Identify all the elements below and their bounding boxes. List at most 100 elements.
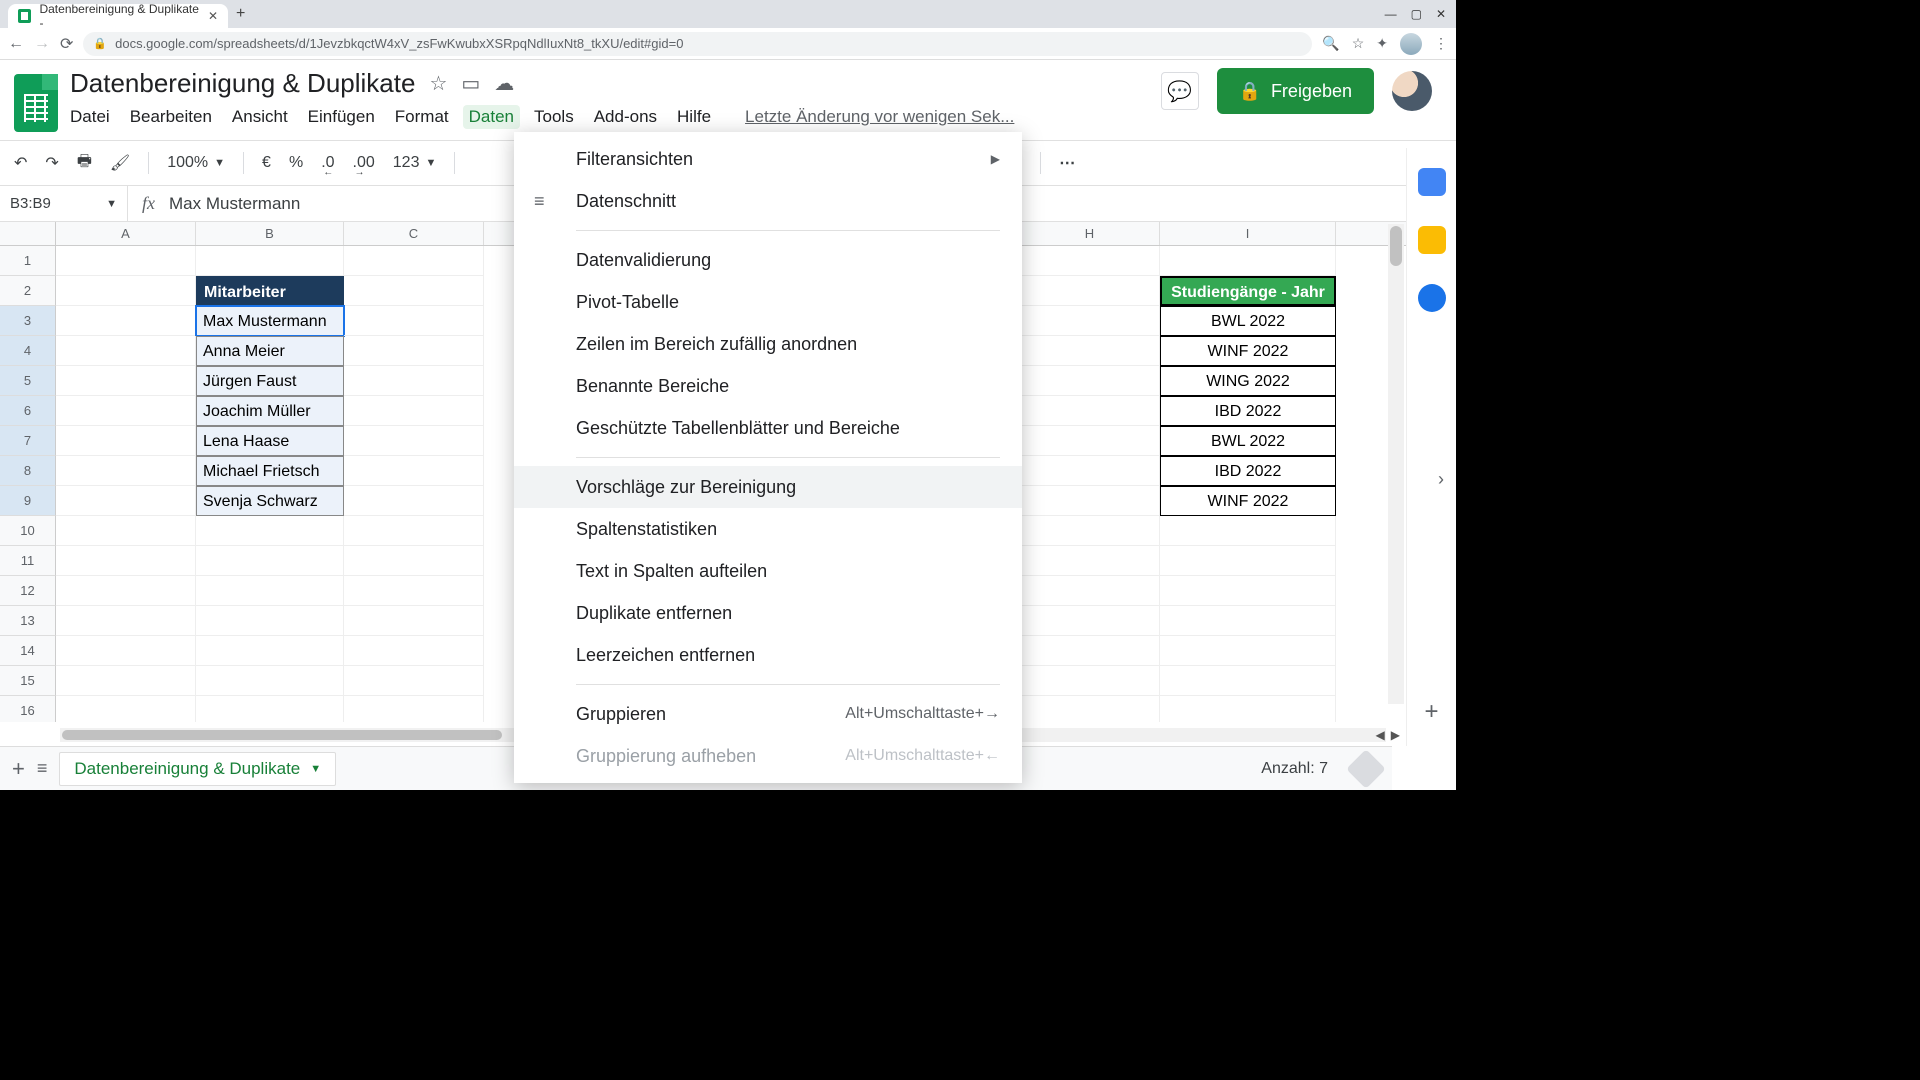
cell[interactable]	[1020, 546, 1160, 576]
cell[interactable]	[56, 366, 196, 396]
cell[interactable]	[1020, 426, 1160, 456]
cell[interactable]	[1020, 336, 1160, 366]
cell[interactable]	[344, 516, 484, 546]
menu-view[interactable]: Ansicht	[232, 107, 288, 127]
status-count[interactable]: Anzahl: 7	[1261, 760, 1328, 778]
share-button[interactable]: 🔒 Freigeben	[1217, 68, 1374, 114]
menu-format[interactable]: Format	[395, 107, 449, 127]
col-header-b[interactable]: B	[196, 222, 344, 245]
col-header-a[interactable]: A	[56, 222, 196, 245]
row-header[interactable]: 9	[0, 486, 56, 516]
tasks-icon[interactable]	[1418, 284, 1446, 312]
cell[interactable]	[344, 396, 484, 426]
row-header[interactable]: 2	[0, 276, 56, 306]
menu-edit[interactable]: Bearbeiten	[130, 107, 212, 127]
print-icon[interactable]: 🖶	[77, 150, 92, 177]
cell[interactable]	[344, 306, 484, 336]
menu-remove-duplicates[interactable]: Duplikate entfernen	[514, 592, 1022, 634]
menu-insert[interactable]: Einfügen	[308, 107, 375, 127]
cell[interactable]: BWL 2022	[1160, 426, 1336, 456]
menu-filter-views[interactable]: Filteransichten ▶	[514, 138, 1022, 180]
cell[interactable]: Max Mustermann	[196, 306, 344, 336]
cell[interactable]	[1160, 576, 1336, 606]
cell[interactable]	[344, 666, 484, 696]
cell[interactable]: Lena Haase	[196, 426, 344, 456]
menu-cleanup-suggestions[interactable]: Vorschläge zur Bereinigung	[514, 466, 1022, 508]
row-header[interactable]: 10	[0, 516, 56, 546]
cell[interactable]	[1020, 486, 1160, 516]
cell[interactable]	[196, 606, 344, 636]
menu-data-validation[interactable]: Datenvalidierung	[514, 239, 1022, 281]
cell[interactable]	[56, 486, 196, 516]
cell[interactable]	[344, 366, 484, 396]
cell[interactable]	[1020, 606, 1160, 636]
cloud-status-icon[interactable]: ☁	[494, 71, 514, 96]
cell[interactable]	[196, 666, 344, 696]
cell[interactable]	[1020, 396, 1160, 426]
cell[interactable]: WINF 2022	[1160, 336, 1336, 366]
star-icon[interactable]: ☆	[429, 71, 447, 96]
select-all-corner[interactable]	[0, 222, 56, 245]
cell[interactable]	[56, 306, 196, 336]
cell[interactable]	[196, 546, 344, 576]
undo-icon[interactable]: ↶	[14, 153, 27, 173]
cell[interactable]	[344, 336, 484, 366]
row-header[interactable]: 11	[0, 546, 56, 576]
cell[interactable]	[56, 246, 196, 276]
nav-reload-icon[interactable]: ⟳	[60, 34, 73, 54]
bookmark-icon[interactable]: ☆	[1352, 35, 1365, 52]
cell[interactable]	[56, 576, 196, 606]
row-header[interactable]: 1	[0, 246, 56, 276]
menu-randomize-range[interactable]: Zeilen im Bereich zufällig anordnen	[514, 323, 1022, 365]
sheet-tab[interactable]: Datenbereinigung & Duplikate ▼	[59, 752, 336, 786]
cell[interactable]	[344, 486, 484, 516]
cell[interactable]	[1160, 516, 1336, 546]
cell[interactable]: IBD 2022	[1160, 456, 1336, 486]
cell[interactable]: BWL 2022	[1160, 306, 1336, 336]
row-header[interactable]: 7	[0, 426, 56, 456]
hscroll-nav[interactable]: ◀▶	[1376, 728, 1400, 742]
cell[interactable]	[56, 636, 196, 666]
cell[interactable]	[56, 396, 196, 426]
cell[interactable]: Jürgen Faust	[196, 366, 344, 396]
cell[interactable]	[1020, 696, 1160, 722]
menu-trim-whitespace[interactable]: Leerzeichen entfernen	[514, 634, 1022, 676]
menu-protected-sheets[interactable]: Geschützte Tabellenblätter und Bereiche	[514, 407, 1022, 449]
cell[interactable]	[1020, 666, 1160, 696]
cell[interactable]: WING 2022	[1160, 366, 1336, 396]
cell[interactable]	[56, 606, 196, 636]
row-header[interactable]: 4	[0, 336, 56, 366]
cell[interactable]	[344, 426, 484, 456]
paint-format-icon[interactable]: 🖌	[110, 153, 130, 173]
menu-file[interactable]: Datei	[70, 107, 110, 127]
add-sheet-button[interactable]: +	[12, 756, 25, 782]
cell[interactable]	[56, 546, 196, 576]
cell[interactable]	[1160, 696, 1336, 722]
name-box[interactable]: B3:B9 ▼	[0, 186, 128, 221]
cell[interactable]: IBD 2022	[1160, 396, 1336, 426]
cell[interactable]	[344, 696, 484, 722]
move-icon[interactable]: ▭	[461, 71, 480, 96]
redo-icon[interactable]: ↷	[45, 153, 58, 173]
cell[interactable]: Mitarbeiter	[196, 276, 344, 306]
nav-back-icon[interactable]: ←	[8, 35, 24, 53]
cell[interactable]	[196, 636, 344, 666]
cell[interactable]	[1020, 276, 1160, 306]
row-header[interactable]: 6	[0, 396, 56, 426]
menu-group[interactable]: Gruppieren Alt+Umschalttaste+→	[514, 693, 1022, 735]
cell[interactable]: Michael Frietsch	[196, 456, 344, 486]
keep-icon[interactable]	[1418, 226, 1446, 254]
cell[interactable]	[56, 696, 196, 722]
window-minimize-icon[interactable]: —	[1385, 7, 1397, 21]
cell[interactable]	[56, 426, 196, 456]
cell[interactable]	[1160, 636, 1336, 666]
tab-close-icon[interactable]: ✕	[208, 9, 218, 23]
account-avatar[interactable]	[1392, 71, 1432, 111]
url-field[interactable]: 🔒 docs.google.com/spreadsheets/d/1Jevzbk…	[83, 32, 1312, 56]
cell[interactable]	[344, 636, 484, 666]
extensions-icon[interactable]: ✦	[1376, 35, 1388, 52]
comments-button[interactable]: 💬	[1161, 72, 1199, 110]
cell[interactable]	[1020, 246, 1160, 276]
browser-menu-icon[interactable]: ⋮	[1434, 35, 1448, 52]
increase-decimal-button[interactable]: .00 →	[353, 154, 375, 172]
